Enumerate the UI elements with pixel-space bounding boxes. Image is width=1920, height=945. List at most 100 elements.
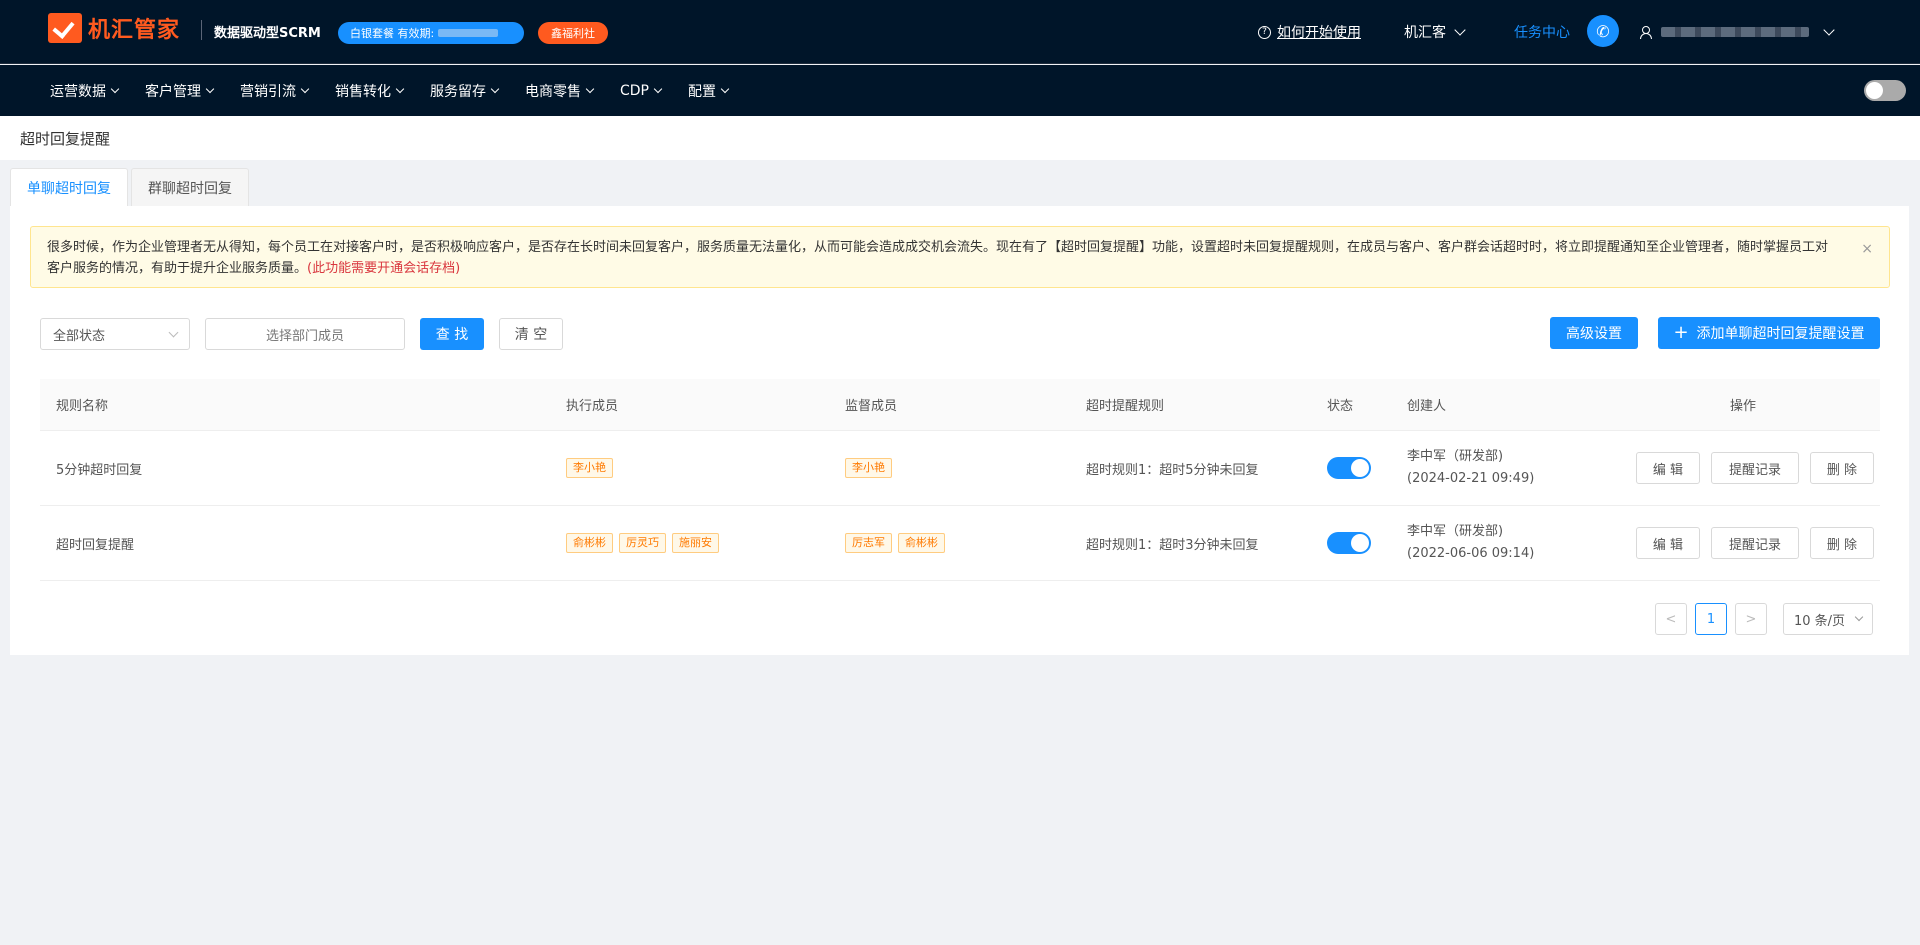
nav-label: 电商零售 [525,83,581,100]
nav-item-ecommerce[interactable]: 电商零售 [525,81,595,101]
nav-item-sales[interactable]: 销售转化 [335,81,405,101]
search-button[interactable]: 查 找 [420,318,484,350]
clear-button[interactable]: 清 空 [499,318,563,350]
creator-info: 李中军（研发部) (2022-06-06 09:14) [1407,521,1534,565]
tab-single-chat[interactable]: 单聊超时回复 [10,168,128,206]
task-center-link[interactable]: 任务中心 [1514,0,1570,64]
logo-text: 机汇管家 [88,18,181,43]
org-label: 机汇客 [1404,25,1446,41]
page-title: 超时回复提醒 [0,116,1920,160]
nav-label: 客户管理 [145,83,201,100]
logo-check-icon [48,13,82,43]
plus-icon: + [1673,322,1689,343]
table-header: 规则名称 执行成员 监督成员 超时提醒规则 状态 创建人 操作 [40,379,1880,431]
status-toggle[interactable] [1327,457,1371,479]
user-icon [1640,26,1652,39]
chevron-down-icon [653,84,663,93]
rule-name: 5分钟超时回复 [56,462,143,478]
member-tag: 俞彬彬 [566,533,613,553]
user-menu[interactable] [1640,0,1835,64]
advanced-settings-button[interactable]: 高级设置 [1550,317,1638,349]
chevron-down-icon [168,327,179,337]
chevron-down-icon [300,84,310,93]
welfare-badge[interactable]: 鑫福利社 [538,22,608,44]
package-label: 白银套餐 有效期: [350,27,435,40]
nav-item-operations[interactable]: 运营数据 [50,81,120,101]
page-size-select[interactable]: 10 条/页 [1783,603,1873,635]
chevron-down-icon [585,84,595,93]
col-header-name: 规则名称 [56,399,109,414]
nav-item-marketing[interactable]: 营销引流 [240,81,310,101]
chevron-down-icon [205,84,215,93]
user-name-redacted [1661,27,1809,37]
nav-label: 营销引流 [240,83,296,100]
rule-name: 超时回复提醒 [56,537,135,553]
delete-button[interactable]: 删 除 [1810,527,1874,559]
status-toggle[interactable] [1327,532,1371,554]
reminder-log-button[interactable]: 提醒记录 [1711,452,1799,484]
edit-button[interactable]: 编 辑 [1636,527,1700,559]
created-time: (2024-02-21 09:49) [1407,471,1535,486]
nav-label: 运营数据 [50,83,106,100]
phone-icon[interactable]: ✆ [1587,15,1619,47]
chevron-down-icon [1854,612,1864,622]
nav-label: 配置 [688,83,716,100]
chevron-down-icon [1454,24,1466,36]
chevron-down-icon [720,84,730,93]
app-logo[interactable]: 机汇管家 [48,12,180,44]
member-tag: 俞彬彬 [898,533,945,553]
rules-table: 规则名称 执行成员 监督成员 超时提醒规则 状态 创建人 操作 5分钟超时回复 … [40,379,1880,581]
page-size-value: 10 条/页 [1794,613,1846,629]
nav-item-cdp[interactable]: CDP [620,82,663,99]
add-rule-button[interactable]: + 添加单聊超时回复提醒设置 [1658,317,1880,349]
col-header-status: 状态 [1327,399,1354,414]
status-select[interactable]: 全部状态 [40,318,190,350]
rule-text: 超时规则1：超时3分钟未回复 [1086,537,1259,553]
table-row: 超时回复提醒 俞彬彬 厉灵巧 施丽安 厉志军 俞彬彬 超时规则1：超时3分钟未回复 李… [40,506,1880,581]
theme-toggle[interactable] [1864,80,1906,101]
content-card: 很多时候，作为企业管理者无从得知，每个员工在对接客户时，是否积极响应客户，是否存… [10,206,1909,655]
org-switcher[interactable]: 机汇客 [1404,0,1466,64]
member-tag: 李小艳 [566,458,613,478]
chevron-down-icon [490,84,500,93]
close-icon[interactable]: × [1861,239,1873,260]
package-expiry-redacted [438,29,499,37]
member-tag: 施丽安 [672,533,719,553]
nav-label: 销售转化 [335,83,391,100]
divider [201,20,202,40]
package-badge[interactable]: 白银套餐 有效期: [338,22,524,44]
status-select-value: 全部状态 [53,328,106,344]
add-rule-label: 添加单聊超时回复提醒设置 [1696,326,1865,342]
prev-page-button[interactable]: < [1655,603,1687,635]
supervisor-tags: 厉志军 俞彬彬 [845,533,951,553]
creator-info: 李中军（研发部) (2024-02-21 09:49) [1407,446,1534,490]
nav-label: CDP [620,82,649,99]
member-picker[interactable]: 选择部门成员 [205,318,405,350]
delete-button[interactable]: 删 除 [1810,452,1874,484]
notice-highlight: (此功能需要开通会话存档) [307,261,461,276]
help-link[interactable]: ? 如何开始使用 [1258,0,1361,64]
main-nav: 运营数据 客户管理 营销引流 销售转化 服务留存 电商零售 CDP 配置 [0,65,1920,116]
member-tag: 李小艳 [845,458,892,478]
page-1-button[interactable]: 1 [1695,603,1727,635]
executor-tags: 俞彬彬 厉灵巧 施丽安 [566,533,725,553]
nav-item-customers[interactable]: 客户管理 [145,81,215,101]
chevron-down-icon [110,84,120,93]
info-notice: 很多时候，作为企业管理者无从得知，每个员工在对接客户时，是否积极响应客户，是否存… [30,226,1890,288]
tab-group-chat[interactable]: 群聊超时回复 [131,168,249,206]
creator-name: 李中军（研发部) [1407,449,1504,464]
executor-tags: 李小艳 [566,458,619,478]
col-header-executors: 执行成员 [566,399,619,414]
table-row: 5分钟超时回复 李小艳 李小艳 超时规则1：超时5分钟未回复 李中军（研发部) … [40,431,1880,506]
nav-item-service[interactable]: 服务留存 [430,81,500,101]
supervisor-tags: 李小艳 [845,458,898,478]
col-header-creator: 创建人 [1407,399,1447,414]
created-time: (2022-06-06 09:14) [1407,546,1535,561]
nav-label: 服务留存 [430,83,486,100]
nav-item-config[interactable]: 配置 [688,81,730,101]
help-label: 如何开始使用 [1277,25,1361,41]
col-header-supervisors: 监督成员 [845,399,898,414]
reminder-log-button[interactable]: 提醒记录 [1711,527,1799,559]
next-page-button[interactable]: > [1735,603,1767,635]
edit-button[interactable]: 编 辑 [1636,452,1700,484]
